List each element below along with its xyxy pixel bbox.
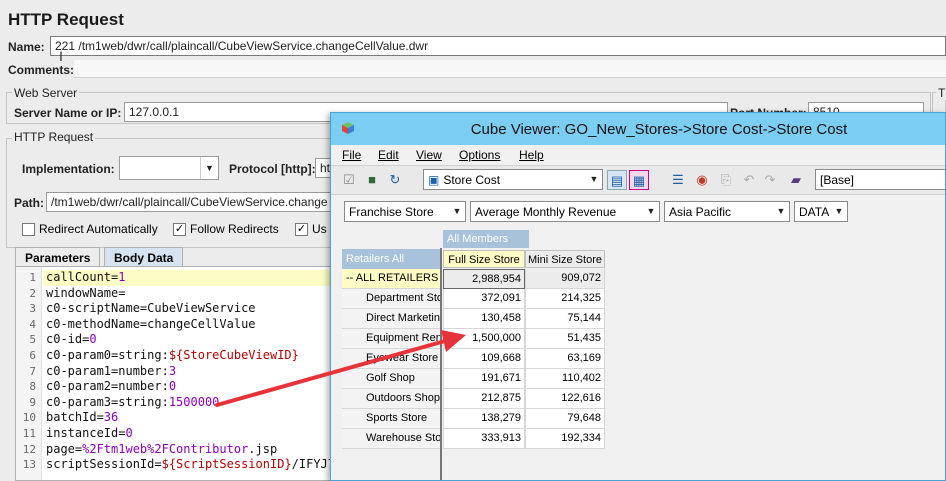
annotation-arrow bbox=[215, 330, 466, 407]
